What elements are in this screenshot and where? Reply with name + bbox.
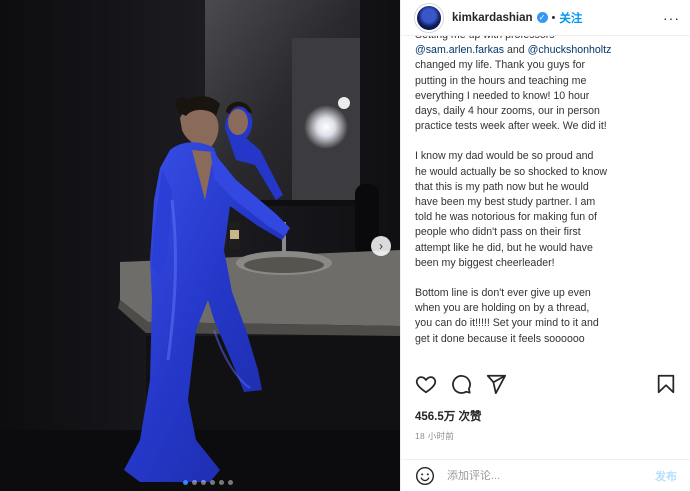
post-side-panel: kimkardashian ✓ • 关注 ··· Setting me up w…: [400, 0, 690, 491]
carousel-dot[interactable]: [183, 480, 188, 485]
post-caption: Setting me up with professors @sam.arlen.…: [415, 36, 679, 363]
mention-link[interactable]: @chuckshonholtz: [528, 44, 612, 56]
carousel-dot[interactable]: [219, 480, 224, 485]
post-comment-button[interactable]: 发布: [655, 468, 677, 484]
more-options-icon[interactable]: ···: [663, 10, 680, 26]
paper-plane-icon[interactable]: [485, 373, 507, 395]
caption-text: when you are holding on by a thread,: [415, 302, 590, 315]
carousel-dot[interactable]: [210, 480, 215, 485]
caption-text: days, daily 4 hour zooms, our in person: [415, 105, 600, 118]
caption-text: changed my life. Thank you guys for: [415, 59, 585, 72]
caption-text: have been my best study partner. I am: [415, 196, 596, 209]
caption-text: Setting me up with professors: [415, 36, 555, 41]
caption-text: he would actually be so shocked to know: [415, 165, 607, 178]
post-header: kimkardashian ✓ • 关注 ···: [401, 0, 690, 36]
smiley-icon[interactable]: [415, 466, 435, 486]
caption-text: and: [504, 44, 528, 57]
caption-text: everything I needed to know! 10 hour: [415, 89, 590, 102]
carousel-next-button[interactable]: ›: [371, 236, 391, 256]
mention-link[interactable]: @sam.arlen.farkas: [415, 44, 504, 56]
caption-text: get it done because it feels soooooo: [415, 332, 585, 345]
like-count[interactable]: 456.5万 次赞: [415, 408, 481, 424]
avatar[interactable]: [415, 3, 443, 32]
caption-text: been my biggest cheerleader!: [415, 256, 555, 269]
photo-illustration: [0, 0, 400, 491]
bookmark-icon[interactable]: [655, 373, 677, 395]
caption-text: you can do it!!!!! Set your mind to it a…: [415, 317, 599, 330]
carousel-dot[interactable]: [228, 480, 233, 485]
separator: •: [551, 11, 556, 24]
carousel-dot[interactable]: [192, 480, 197, 485]
action-bar: [415, 372, 677, 396]
caption-paragraph: I know my dad would be so proud and he wo…: [415, 149, 679, 271]
post-timestamp: 18 小时前: [415, 431, 455, 441]
caption-text: putting in the hours and teaching me: [415, 74, 587, 87]
carousel-dots: [183, 480, 233, 485]
caption-text: attempt like he did, but he would have: [415, 241, 593, 254]
heart-icon[interactable]: [415, 373, 437, 395]
username[interactable]: kimkardashian: [452, 12, 533, 24]
caption-paragraph: Bottom line is don't ever give up even wh…: [415, 286, 679, 347]
caption-text: I know my dad would be so proud and: [415, 150, 594, 163]
follow-button[interactable]: 关注: [559, 10, 582, 26]
caption-text: people who didn't pass on their first: [415, 226, 581, 239]
caption-text: that this is my path now but he would: [415, 180, 589, 193]
caption-paragraph: Setting me up with professors @sam.arlen.…: [415, 36, 679, 134]
caption-text: practice tests week after week. We did i…: [415, 120, 607, 133]
comment-input[interactable]: [447, 469, 655, 482]
comment-bubble-icon[interactable]: [450, 373, 472, 395]
caption-text: told he was notorious for making fun of: [415, 211, 597, 224]
carousel-dot[interactable]: [201, 480, 206, 485]
comment-bar: 发布: [401, 459, 690, 491]
verified-badge-icon: ✓: [536, 12, 548, 23]
caption-text: Bottom line is don't ever give up even: [415, 287, 591, 300]
post-photo[interactable]: ›: [0, 0, 400, 491]
